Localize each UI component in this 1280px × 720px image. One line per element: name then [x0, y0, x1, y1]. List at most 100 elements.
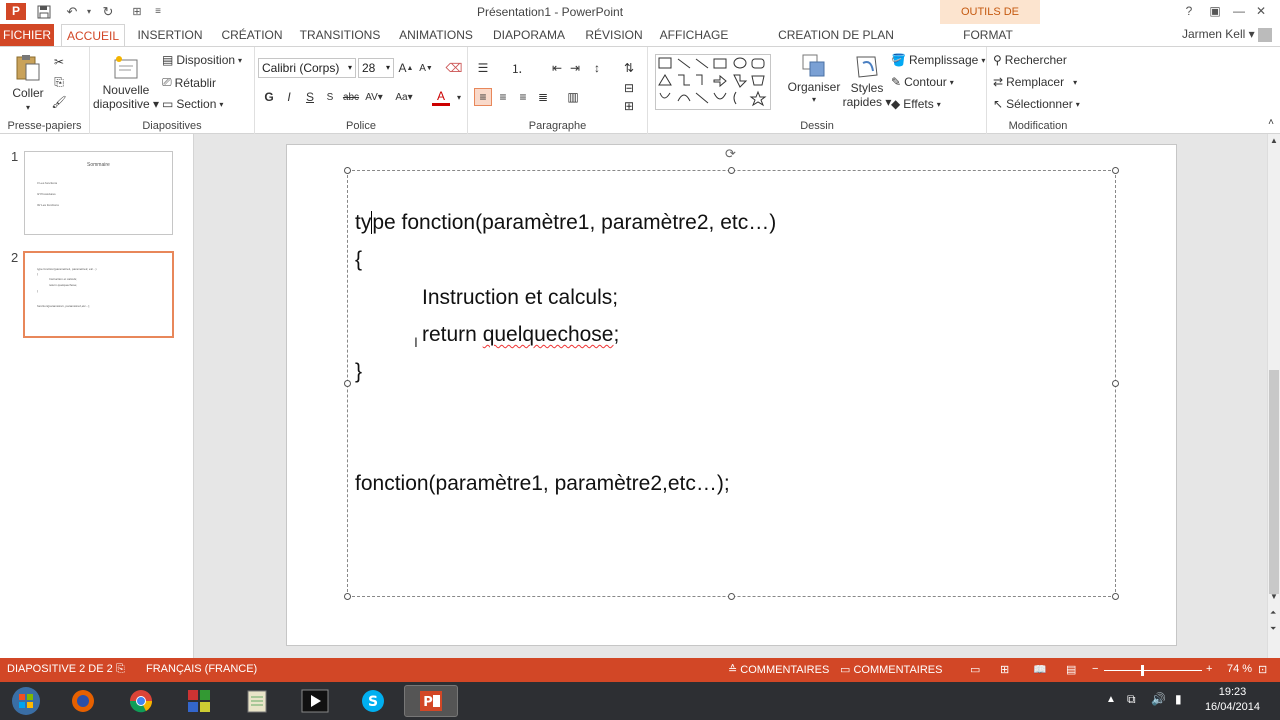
underline-icon[interactable]: S — [301, 88, 319, 106]
slide-canvas[interactable]: ⟳ type fonction(paramètre1, paramètre2, … — [286, 144, 1177, 646]
format-painter-icon[interactable]: 🖌 — [50, 93, 68, 111]
tab-file[interactable]: FICHIER — [0, 24, 54, 46]
select-button[interactable]: ↖ Sélectionner ▾ — [993, 97, 1080, 111]
user-name[interactable]: Jarmen Kell ▾ — [1182, 27, 1272, 42]
tab-design[interactable]: CRÉATION — [218, 24, 286, 46]
collapse-ribbon-icon[interactable]: ˄ — [1262, 113, 1280, 131]
taskbar-media-player[interactable] — [288, 685, 342, 717]
shapes-gallery[interactable] — [655, 54, 771, 110]
zoom-out-icon[interactable]: − — [1092, 663, 1098, 675]
align-center-icon[interactable]: ≡ — [494, 88, 512, 106]
minimize-icon[interactable]: — — [1228, 2, 1250, 20]
shape-fill-button[interactable]: 🪣 Remplissage ▾ — [891, 53, 985, 67]
shadow-icon[interactable]: S — [321, 88, 339, 106]
tab-insert[interactable]: INSERTION — [135, 24, 205, 46]
resize-handle-top-left[interactable] — [344, 167, 351, 174]
replace-button[interactable]: ⇄ Remplacer ▾ — [993, 75, 1077, 89]
slide-thumbnail-2[interactable]: type fonction(paramètre1, paramètre2, et… — [23, 251, 174, 338]
increase-indent-icon[interactable]: ⇥ — [566, 59, 584, 77]
copy-icon[interactable]: ⎘ — [50, 73, 68, 91]
resize-handle-top[interactable] — [728, 167, 735, 174]
align-left-icon[interactable]: ≡ — [474, 88, 492, 106]
resize-handle-top-right[interactable] — [1112, 167, 1119, 174]
section-button[interactable]: ▭ Section ▾ — [162, 97, 223, 111]
previous-slide-icon[interactable]: ⏶ — [1270, 608, 1276, 618]
bullets-icon[interactable]: ☰ — [474, 59, 492, 77]
scroll-down-icon[interactable]: ▼ — [1270, 592, 1278, 601]
normal-view-icon[interactable]: ▭ — [970, 663, 980, 676]
vertical-scrollbar[interactable]: ▲ ▼ ⏶ ⏷ — [1267, 134, 1280, 658]
wifi-icon[interactable]: ▮ — [1175, 692, 1182, 706]
spelling-error-word[interactable]: quelquechose — [483, 323, 614, 346]
numbering-icon[interactable]: ⒈ — [508, 59, 526, 77]
tab-concept-map[interactable]: CREATION DE PLAN CONCEPTUEL — [744, 24, 928, 64]
align-text-icon[interactable]: ⊟ — [620, 79, 638, 97]
justify-icon[interactable]: ≣ — [534, 88, 552, 106]
clear-formatting-icon[interactable]: ⌫ — [445, 59, 463, 77]
slide-sorter-icon[interactable]: ⊞ — [1000, 663, 1009, 676]
shape-effects-button[interactable]: ◆ Effets ▾ — [891, 97, 941, 111]
text-direction-icon[interactable]: ⇅ — [620, 59, 638, 77]
tab-home[interactable]: ACCUEIL — [61, 24, 125, 47]
taskbar-chrome[interactable] — [114, 685, 168, 717]
slide-thumbnail-1[interactable]: Sommaire I/ Les fonctions II/ Procédures… — [24, 151, 173, 235]
network-icon[interactable]: ⧉ — [1127, 692, 1136, 707]
convert-to-smartart-icon[interactable]: ⊞ — [620, 97, 638, 115]
new-slide-button[interactable]: Nouvelle diapositive ▾ — [93, 53, 159, 111]
text-box-selected[interactable]: type fonction(paramètre1, paramètre2, et… — [344, 167, 1119, 600]
resize-handle-bottom-left[interactable] — [344, 593, 351, 600]
align-right-icon[interactable]: ≡ — [514, 88, 532, 106]
tab-slideshow[interactable]: DIAPORAMA — [490, 24, 568, 46]
resize-handle-right[interactable] — [1112, 380, 1119, 387]
shape-outline-button[interactable]: ✎ Contour ▾ — [891, 75, 954, 89]
font-color-dropdown-icon[interactable]: ▾ — [450, 88, 468, 106]
language-indicator[interactable]: FRANÇAIS (FRANCE) — [146, 663, 257, 675]
scrollbar-thumb[interactable] — [1269, 370, 1279, 594]
system-clock[interactable]: 19:23 16/04/2014 — [1205, 685, 1260, 715]
start-button[interactable] — [0, 685, 52, 717]
comments-button[interactable]: ▭ COMMENTAIRES — [840, 663, 942, 676]
zoom-slider-thumb[interactable] — [1141, 665, 1144, 676]
font-color-icon[interactable]: A — [432, 88, 450, 106]
tab-view[interactable]: AFFICHAGE — [658, 24, 730, 46]
resize-handle-left[interactable] — [344, 380, 351, 387]
taskbar-skype[interactable]: S — [346, 685, 400, 717]
increase-font-size-icon[interactable]: A ▲ — [397, 59, 415, 77]
cut-icon[interactable]: ✂ — [50, 53, 68, 71]
quick-styles-button[interactable]: Styles rapides ▾ — [843, 53, 891, 109]
arrange-button[interactable]: Organiser ▾ — [788, 53, 840, 104]
italic-icon[interactable]: I — [280, 88, 298, 106]
notes-button[interactable]: ≙ COMMENTAIRES — [728, 663, 829, 676]
scroll-up-icon[interactable]: ▲ — [1270, 136, 1278, 145]
help-icon[interactable]: ? — [1178, 2, 1200, 20]
tab-format[interactable]: FORMAT — [955, 24, 1021, 46]
zoom-slider[interactable] — [1104, 670, 1202, 671]
show-hidden-icons[interactable]: ▲ — [1106, 694, 1116, 705]
find-button[interactable]: ⚲ Rechercher — [993, 53, 1067, 67]
tab-review[interactable]: RÉVISION — [582, 24, 646, 46]
close-icon[interactable]: ✕ — [1250, 2, 1272, 20]
rotate-handle-icon[interactable]: ⟳ — [725, 146, 736, 162]
font-size-field[interactable]: 28 ▾ — [358, 58, 394, 78]
fit-slide-icon[interactable]: ⊡ — [1258, 663, 1267, 676]
zoom-level[interactable]: 74 % — [1227, 663, 1252, 675]
tab-animations[interactable]: ANIMATIONS — [396, 24, 476, 46]
change-case-icon[interactable]: Aa▾ — [395, 88, 413, 106]
ribbon-display-options-icon[interactable]: ▣ — [1204, 2, 1226, 20]
resize-handle-bottom-right[interactable] — [1112, 593, 1119, 600]
taskbar-firefox[interactable] — [56, 685, 110, 717]
reading-view-icon[interactable]: 📖 — [1033, 663, 1047, 676]
taskbar-powerpoint[interactable]: P — [404, 685, 458, 717]
line-spacing-icon[interactable]: ↕ — [588, 59, 606, 77]
zoom-in-icon[interactable]: + — [1206, 663, 1212, 675]
character-spacing-icon[interactable]: AV▾ — [365, 88, 383, 106]
next-slide-icon[interactable]: ⏷ — [1270, 624, 1276, 634]
columns-icon[interactable]: ▥ — [564, 88, 582, 106]
reset-button[interactable]: ⎚ Rétablir — [162, 75, 216, 90]
bold-icon[interactable]: G — [260, 88, 278, 106]
paste-button[interactable]: Coller ▾ — [8, 53, 48, 112]
slideshow-icon[interactable]: ▤ — [1066, 663, 1076, 676]
resize-handle-bottom[interactable] — [728, 593, 735, 600]
taskbar-app-grid[interactable] — [172, 685, 226, 717]
layout-button[interactable]: ▤ Disposition ▾ — [162, 53, 242, 67]
